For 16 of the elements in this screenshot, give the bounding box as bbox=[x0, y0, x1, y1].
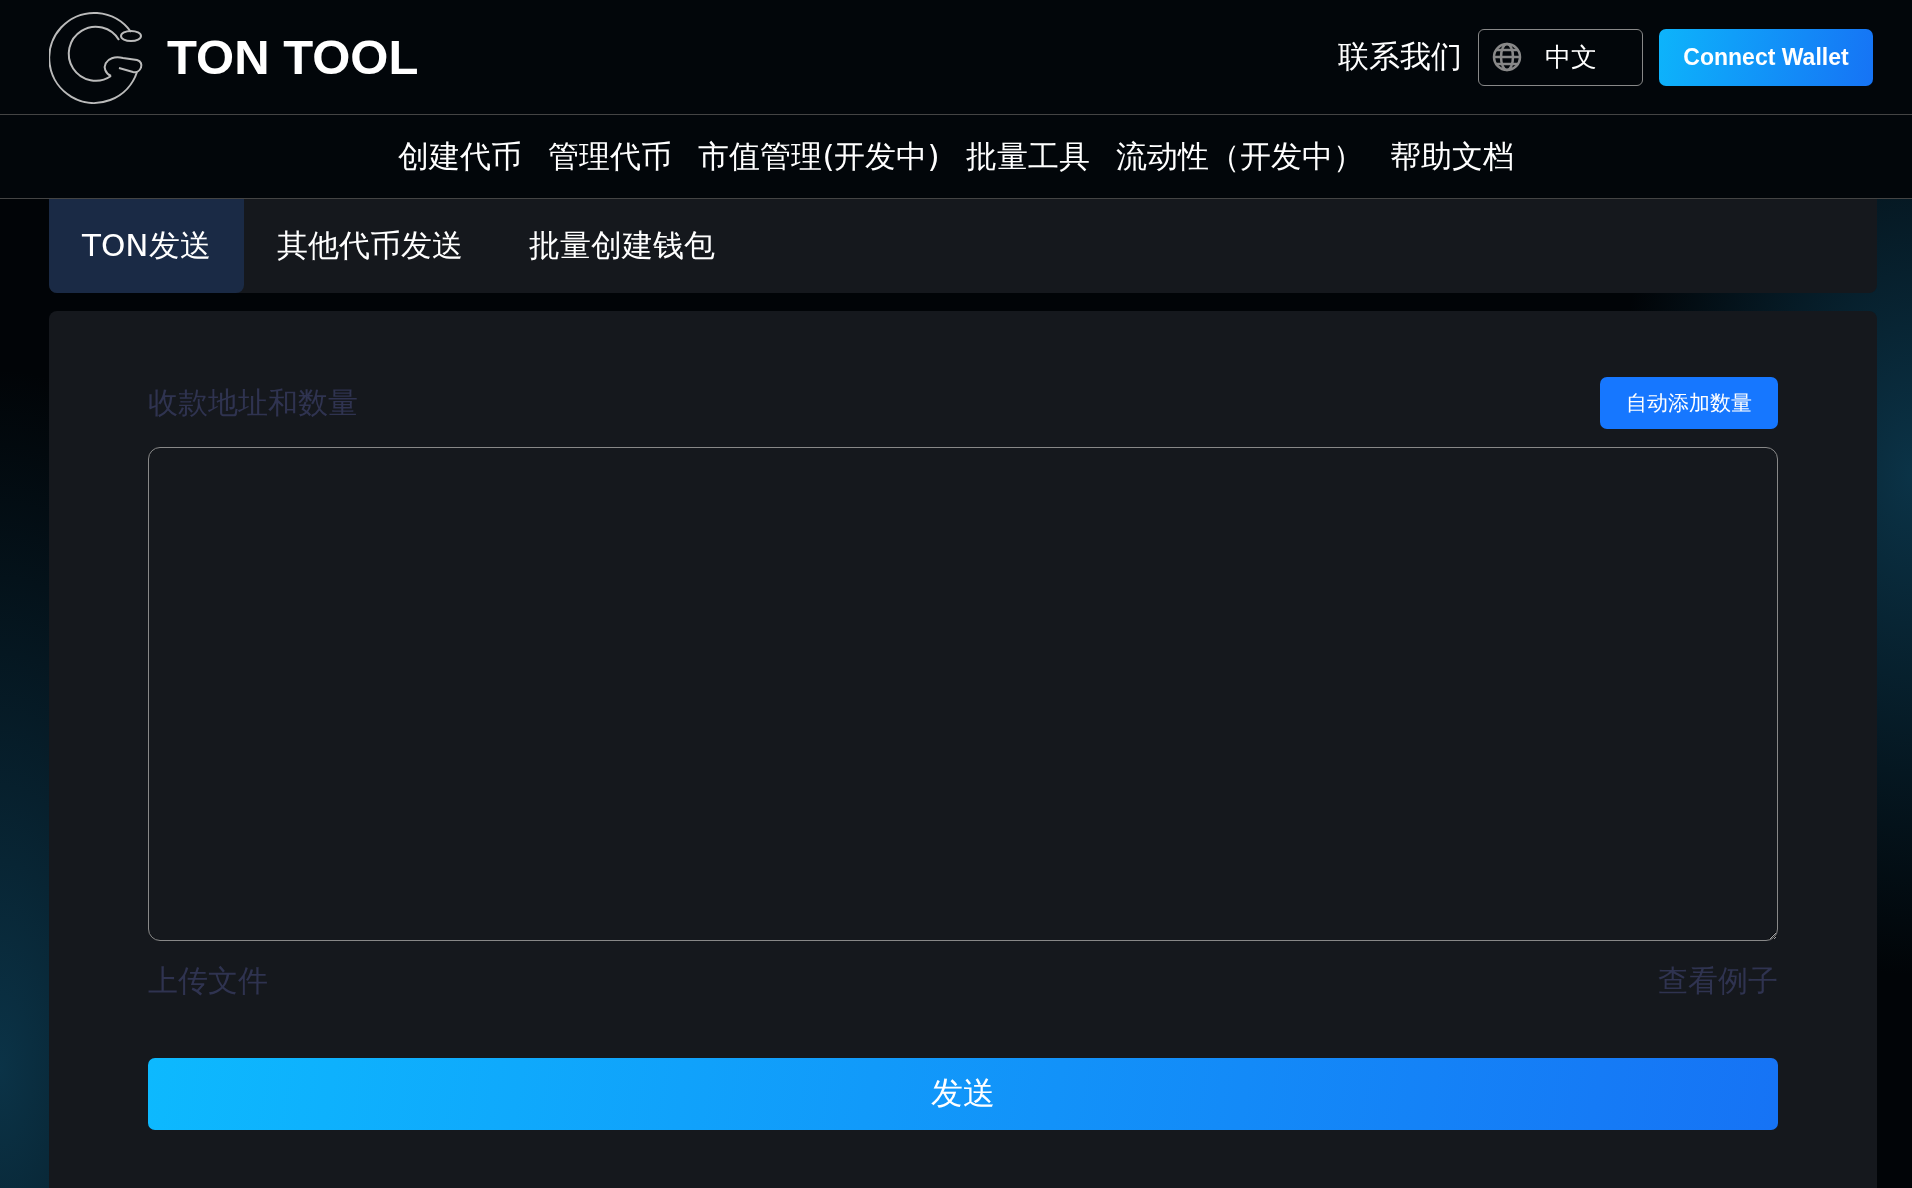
auto-add-amount-button[interactable]: 自动添加数量 bbox=[1600, 377, 1778, 429]
nav-link[interactable]: 管理代币 bbox=[548, 135, 673, 178]
connect-wallet-button[interactable]: Connect Wallet bbox=[1659, 28, 1873, 86]
address-amount-field[interactable] bbox=[148, 447, 1778, 941]
nav-link[interactable]: 市值管理(开发中) bbox=[698, 135, 940, 178]
logo-text: TON TOOL bbox=[167, 29, 419, 85]
nav-link[interactable]: 流动性（开发中） bbox=[1115, 135, 1364, 178]
nav-link[interactable]: 创建代币 bbox=[398, 135, 523, 178]
tab[interactable]: TON发送 bbox=[49, 199, 244, 293]
language-selector[interactable]: 中文 bbox=[1478, 28, 1643, 86]
nav-link[interactable]: 批量工具 bbox=[965, 135, 1090, 178]
tab[interactable]: 批量创建钱包 bbox=[495, 199, 748, 293]
contact-link[interactable]: 联系我们 bbox=[1338, 36, 1462, 78]
tab[interactable]: 其他代币发送 bbox=[243, 199, 496, 293]
nav-link[interactable]: 帮助文档 bbox=[1389, 135, 1514, 178]
globe-icon bbox=[1491, 41, 1523, 73]
